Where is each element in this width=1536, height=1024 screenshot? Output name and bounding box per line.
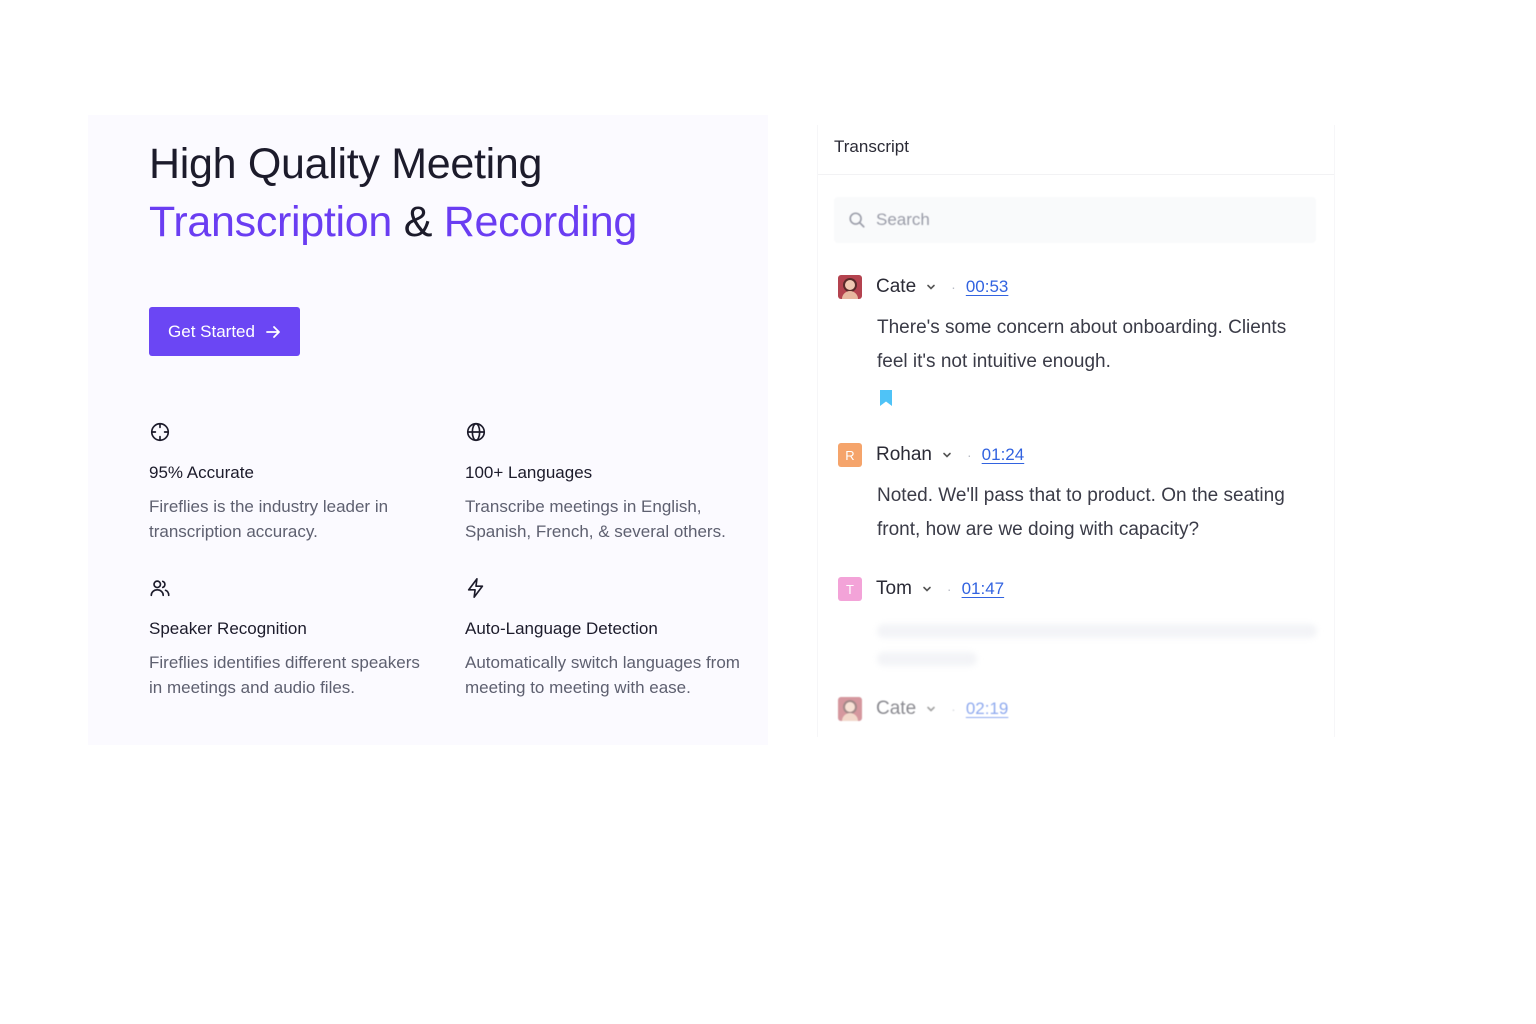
feature-speaker-recognition: Speaker Recognition Fireflies identifies… xyxy=(149,577,434,700)
feature-description: Automatically switch languages from meet… xyxy=(465,653,740,697)
speaker-name[interactable]: Cate xyxy=(876,698,916,720)
get-started-label: Get Started xyxy=(168,321,255,341)
timestamp-link[interactable]: 01:24 xyxy=(982,445,1025,465)
hero-title-accent-transcription: Transcription xyxy=(149,198,393,246)
bookmark-icon[interactable] xyxy=(879,389,893,407)
feature-title: Auto-Language Detection xyxy=(465,619,658,638)
globe-icon xyxy=(466,422,486,442)
hero-title-accent-recording: Recording xyxy=(443,198,638,246)
crosshair-icon xyxy=(150,422,170,442)
hero-title-ampersand: & xyxy=(392,198,444,246)
hero-title-line1: High Quality Meeting xyxy=(149,140,543,188)
utterance-text: There's some concern about onboarding. C… xyxy=(877,317,1287,372)
feature-description: Transcribe meetings in English, Spanish,… xyxy=(465,497,726,541)
timestamp-link[interactable]: 02:19 xyxy=(966,699,1009,719)
avatar: R xyxy=(838,443,862,467)
chevron-down-icon[interactable] xyxy=(925,703,937,715)
avatar: T xyxy=(838,577,862,601)
search-icon xyxy=(849,212,865,228)
blurred-text-line xyxy=(877,624,1317,638)
search-input[interactable] xyxy=(876,210,1296,230)
hero-title: High Quality Meeting Transcription & Rec… xyxy=(149,135,637,251)
transcript-entry: R Rohan · 01:24 Noted. We'll pass that t… xyxy=(838,442,1318,547)
speaker-row: T Tom · 01:47 xyxy=(838,576,1318,602)
speaker-name[interactable]: Tom xyxy=(876,578,912,600)
transcript-entry: Cate · 00:53 There's some concern about … xyxy=(838,274,1318,407)
blurred-text-line xyxy=(877,652,977,666)
speaker-row: Cate · 00:53 xyxy=(838,274,1318,300)
speaker-row: Cate · 02:19 xyxy=(838,696,1318,722)
transcript-header: Transcript xyxy=(818,125,1334,175)
speaker-name[interactable]: Rohan xyxy=(876,444,932,466)
lightning-icon xyxy=(467,578,484,598)
arrow-right-icon xyxy=(266,325,280,338)
separator-dot: · xyxy=(967,447,972,463)
feature-title: 100+ Languages xyxy=(465,463,593,482)
separator-dot: · xyxy=(951,279,956,295)
chevron-down-icon[interactable] xyxy=(941,449,953,461)
hero-panel: High Quality Meeting Transcription & Rec… xyxy=(88,115,768,745)
feature-accuracy: 95% Accurate Fireflies is the industry l… xyxy=(149,421,434,544)
feature-description: Fireflies is the industry leader in tran… xyxy=(149,497,389,541)
speaker-row: R Rohan · 01:24 xyxy=(838,442,1318,468)
avatar xyxy=(838,697,862,721)
transcript-entry: T Tom · 01:47 xyxy=(838,576,1318,666)
chevron-down-icon[interactable] xyxy=(925,281,937,293)
transcript-entry: Cate · 02:19 xyxy=(838,696,1318,722)
utterance-text: Noted. We'll pass that to product. On th… xyxy=(877,485,1285,540)
separator-dot: · xyxy=(951,701,956,717)
transcript-search[interactable] xyxy=(834,197,1316,243)
avatar xyxy=(838,275,862,299)
feature-description: Fireflies identifies different speakers … xyxy=(149,653,420,697)
timestamp-link[interactable]: 00:53 xyxy=(966,277,1009,297)
transcript-panel: Transcript Cate · 00:53 There's some con… xyxy=(817,125,1335,737)
feature-title: 95% Accurate xyxy=(149,463,254,482)
chevron-down-icon[interactable] xyxy=(921,583,933,595)
get-started-button[interactable]: Get Started xyxy=(149,307,300,356)
users-icon xyxy=(150,580,170,597)
feature-title: Speaker Recognition xyxy=(149,619,307,638)
feature-auto-language: Auto-Language Detection Automatically sw… xyxy=(465,577,750,700)
separator-dot: · xyxy=(946,581,952,597)
speaker-name[interactable]: Cate xyxy=(876,276,916,298)
timestamp-link[interactable]: 01:47 xyxy=(962,579,1005,599)
feature-languages: 100+ Languages Transcribe meetings in En… xyxy=(465,421,750,544)
